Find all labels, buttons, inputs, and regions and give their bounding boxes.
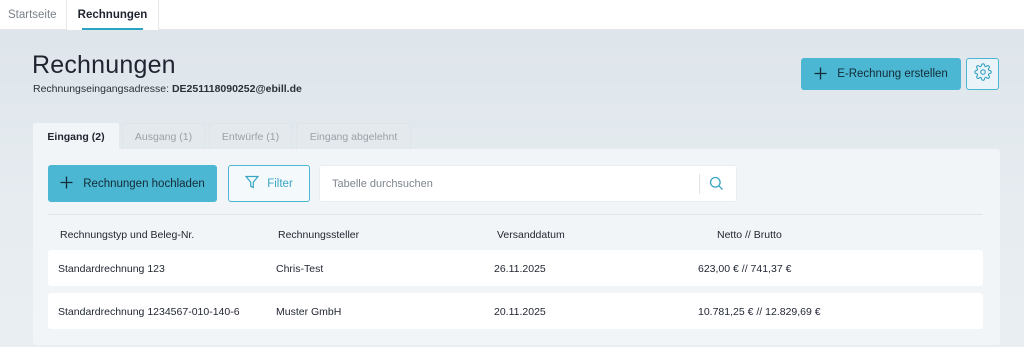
issuer-cell: Chris-Test bbox=[276, 263, 324, 275]
tab-entwuerfe[interactable]: Entwürfe (1) bbox=[209, 123, 292, 149]
invoice-address: Rechnungseingangsadresse: DE251118090252… bbox=[33, 83, 302, 95]
invoice-address-label: Rechnungseingangsadresse: bbox=[33, 83, 170, 95]
tab-eingang-abgelehnt[interactable]: Eingang abgelehnt bbox=[296, 123, 411, 149]
table-row[interactable]: Standardrechnung 1234567-010-140-6 Muste… bbox=[48, 293, 983, 329]
date-cell: 26.11.2025 bbox=[494, 263, 546, 275]
filter-label: Filter bbox=[267, 177, 293, 190]
issuer-cell: Muster GmbH bbox=[276, 306, 342, 318]
filter-button[interactable]: Filter bbox=[228, 165, 310, 202]
table-search bbox=[319, 165, 737, 202]
invoice-type-cell: Standardrechnung 123 bbox=[58, 263, 165, 275]
nav-tab-rechnungen[interactable]: Rechnungen bbox=[66, 0, 159, 30]
invoice-address-value: DE251118090252@ebill.de bbox=[171, 83, 302, 95]
gear-icon bbox=[973, 62, 992, 86]
create-e-invoice-label: E-Rechnung erstellen bbox=[837, 68, 948, 80]
active-tab-indicator bbox=[82, 28, 143, 30]
table-row[interactable]: Standardrechnung 123 Chris-Test 26.11.20… bbox=[48, 250, 983, 286]
column-header-amount[interactable]: Netto // Brutto bbox=[717, 229, 782, 241]
invoice-panel: Rechnungen hochladen Filter Rechnungstyp… bbox=[33, 149, 1000, 345]
settings-button[interactable] bbox=[966, 58, 999, 90]
upload-invoices-button[interactable]: Rechnungen hochladen bbox=[48, 165, 217, 202]
top-navigation: Startseite Rechnungen bbox=[0, 0, 1024, 30]
plus-icon bbox=[814, 65, 827, 83]
amount-cell: 623,00 € // 741,37 € bbox=[698, 263, 792, 275]
column-header-issuer[interactable]: Rechnungssteller bbox=[278, 229, 359, 241]
plus-icon bbox=[60, 176, 73, 192]
date-cell: 20.11.2025 bbox=[494, 306, 546, 318]
table-header: Rechnungstyp und Beleg-Nr. Rechnungsstel… bbox=[48, 214, 983, 250]
nav-tab-rechnungen-label: Rechnungen bbox=[77, 9, 148, 21]
amount-cell: 10.781,25 € // 12.829,69 € bbox=[698, 306, 821, 318]
page-title: Rechnungen bbox=[32, 51, 176, 79]
column-header-date[interactable]: Versanddatum bbox=[497, 229, 565, 241]
create-e-invoice-button[interactable]: E-Rechnung erstellen bbox=[801, 58, 961, 90]
search-input[interactable] bbox=[332, 166, 692, 201]
filter-icon bbox=[244, 175, 260, 192]
search-icon[interactable] bbox=[709, 176, 724, 196]
nav-tab-startseite[interactable]: Startseite bbox=[8, 0, 57, 30]
tab-eingang[interactable]: Eingang (2) bbox=[33, 123, 119, 150]
column-header-type[interactable]: Rechnungstyp und Beleg-Nr. bbox=[60, 229, 194, 241]
invoice-type-cell: Standardrechnung 1234567-010-140-6 bbox=[58, 306, 240, 318]
upload-invoices-label: Rechnungen hochladen bbox=[83, 177, 205, 190]
search-divider bbox=[699, 174, 700, 194]
tab-ausgang[interactable]: Ausgang (1) bbox=[122, 123, 205, 149]
